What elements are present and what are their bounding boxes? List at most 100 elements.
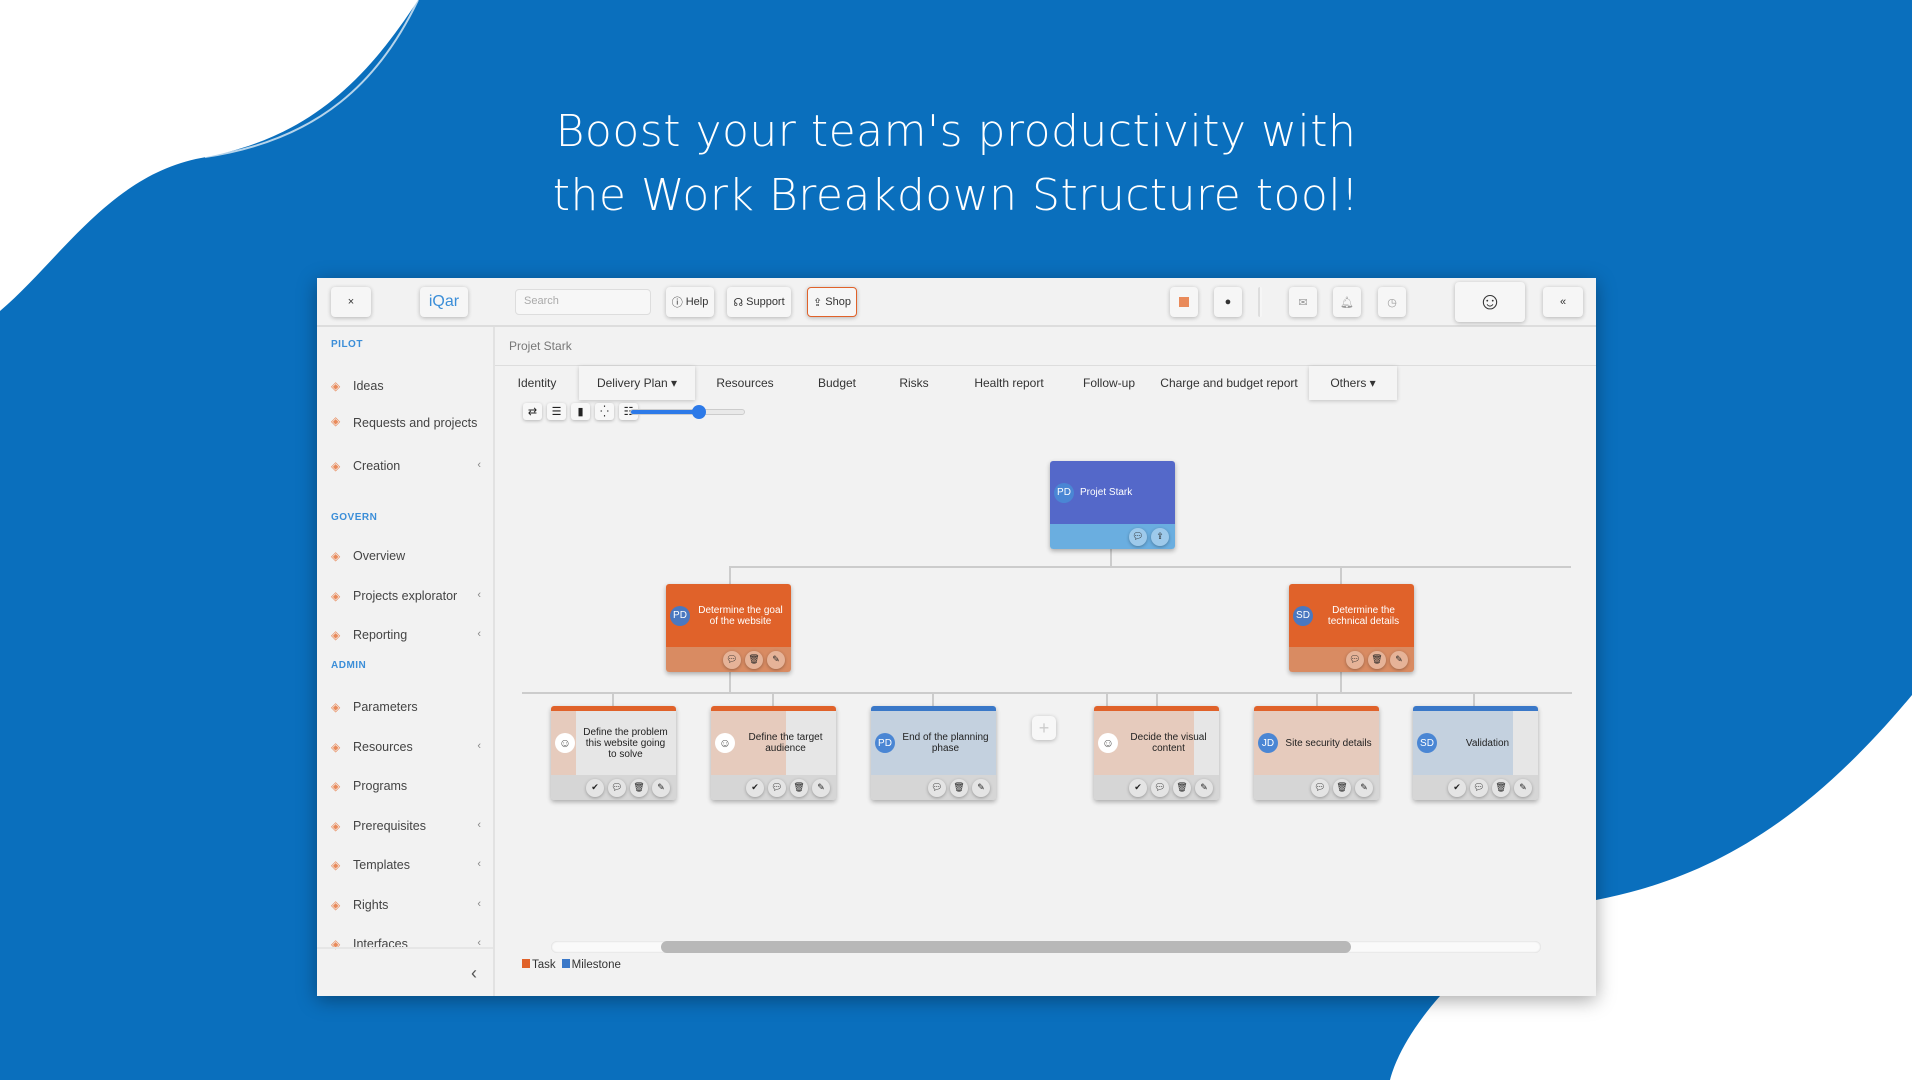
scrollbar-thumb[interactable] bbox=[661, 941, 1351, 953]
comment-icon[interactable]: 💬︎ bbox=[1129, 527, 1147, 546]
tab-identity[interactable]: Identity bbox=[495, 366, 579, 400]
horizontal-scrollbar[interactable] bbox=[551, 941, 1541, 953]
connector-line bbox=[1110, 549, 1112, 567]
checklist-icon: ◈ bbox=[331, 819, 341, 833]
edit-icon[interactable]: ✎ bbox=[1355, 778, 1373, 797]
wbs-task-card[interactable]: ☺ Define the target audience ✔ 💬︎ 🗑︎ ✎ bbox=[711, 706, 836, 800]
sidebar-item-programs[interactable]: ◈ Programs bbox=[331, 779, 481, 793]
wbs-task-card[interactable]: PD Determine the goal of the website 💬︎ 🗑︎ ✎ bbox=[666, 584, 791, 672]
sidebar-collapse-button[interactable]: ‹ bbox=[317, 947, 493, 996]
tab-others[interactable]: Others ▾ bbox=[1309, 366, 1397, 400]
pdf-icon[interactable]: ▮ bbox=[571, 403, 590, 420]
sidebar-item-rights[interactable]: ◈ Rights ‹ bbox=[331, 898, 481, 912]
comment-icon[interactable]: 💬︎ bbox=[1311, 778, 1329, 797]
tab-follow-up[interactable]: Follow-up bbox=[1069, 366, 1149, 400]
close-button[interactable]: × bbox=[331, 287, 371, 317]
avatar: JD bbox=[1258, 733, 1278, 753]
check-icon[interactable]: ✔ bbox=[746, 778, 764, 797]
sidebar-item-ideas[interactable]: ◈ Ideas bbox=[331, 379, 481, 393]
check-icon[interactable]: ✔ bbox=[1129, 778, 1147, 797]
help-button[interactable]: ⓘ Help bbox=[666, 287, 714, 317]
sidebar-item-overview[interactable]: ◈ Overview bbox=[331, 549, 481, 563]
align-icon[interactable]: ☰ bbox=[547, 403, 566, 420]
zoom-slider[interactable] bbox=[630, 405, 745, 419]
sidebar-item-label: Creation bbox=[353, 459, 401, 473]
check-icon[interactable]: ✔ bbox=[1448, 778, 1466, 797]
spinner-icon[interactable]: ⁛ bbox=[595, 403, 614, 420]
edit-icon[interactable]: ✎ bbox=[1390, 650, 1408, 669]
comment-icon[interactable]: 💬︎ bbox=[1346, 650, 1364, 669]
edit-icon[interactable]: ✎ bbox=[767, 650, 785, 669]
sidebar-item-parameters[interactable]: ◈ Parameters bbox=[331, 700, 481, 714]
help-label: Help bbox=[685, 296, 709, 308]
trash-icon[interactable]: 🗑︎ bbox=[1368, 650, 1386, 669]
edit-icon[interactable]: ✎ bbox=[652, 778, 670, 797]
card-title: Determine the technical details bbox=[1327, 604, 1400, 627]
mail-icon: ✉ bbox=[1298, 296, 1308, 309]
comment-icon[interactable]: 💬︎ bbox=[1151, 778, 1169, 797]
wbs-task-card[interactable]: SD Determine the technical details 💬︎ 🗑︎ ✎ bbox=[1289, 584, 1414, 672]
trash-icon[interactable]: 🗑︎ bbox=[630, 778, 648, 797]
comment-icon[interactable]: 💬︎ bbox=[768, 778, 786, 797]
sidebar-item-prerequisites[interactable]: ◈ Prerequisites ‹ bbox=[331, 819, 481, 833]
support-button[interactable]: ☊ Support bbox=[727, 287, 791, 317]
trash-icon[interactable]: 🗑︎ bbox=[1333, 778, 1351, 797]
tab-resources[interactable]: Resources bbox=[695, 366, 795, 400]
tab-bar: Identity Delivery Plan ▾ Resources Budget Ri… bbox=[495, 365, 1596, 400]
tab-budget[interactable]: Budget bbox=[795, 366, 879, 400]
sidebar-item-templates[interactable]: ◈ Templates ‹ bbox=[331, 858, 481, 872]
top-bar: × iQar Search ⓘ Help ☊ Support ⇪ Shop ● ✉ 🔔… bbox=[317, 278, 1596, 327]
edit-icon[interactable]: ✎ bbox=[812, 778, 830, 797]
search-input[interactable]: Search bbox=[515, 289, 651, 315]
trash-icon[interactable]: 🗑︎ bbox=[950, 778, 968, 797]
tab-delivery-plan[interactable]: Delivery Plan ▾ bbox=[579, 366, 695, 400]
trash-icon[interactable]: 🗑︎ bbox=[1173, 778, 1191, 797]
trash-icon[interactable]: 🗑︎ bbox=[790, 778, 808, 797]
swap-icon[interactable]: ⇄ bbox=[523, 403, 542, 420]
wbs-milestone-card[interactable]: PD End of the planning phase 💬︎ 🗑︎ ✎ bbox=[871, 706, 996, 800]
edit-icon[interactable]: ✎ bbox=[1195, 778, 1213, 797]
card-title: Decide the visual content bbox=[1130, 732, 1207, 754]
history-button[interactable]: ◷ bbox=[1378, 287, 1406, 317]
card-actions: 💬︎ 🗑︎ ✎ bbox=[1254, 775, 1379, 800]
comment-icon[interactable]: 💬︎ bbox=[608, 778, 626, 797]
comment-icon[interactable]: 💬︎ bbox=[723, 650, 741, 669]
comment-icon[interactable]: 💬︎ bbox=[928, 778, 946, 797]
card-title: Define the target audience bbox=[748, 732, 823, 754]
sidebar-item-creation[interactable]: ◈ Creation ‹ bbox=[331, 459, 481, 473]
card-title: End of the planning phase bbox=[902, 732, 989, 754]
flag-button[interactable] bbox=[1170, 287, 1198, 317]
sidebar-item-label: Requests and projects bbox=[353, 416, 478, 430]
tab-risks[interactable]: Risks bbox=[879, 366, 949, 400]
wbs-task-card[interactable]: JD Site security details 💬︎ 🗑︎ ✎ bbox=[1254, 706, 1379, 800]
wbs-task-card[interactable]: ☺ Define the problem this website going t… bbox=[551, 706, 676, 800]
headline-line-1: Boost your team's productivity with bbox=[555, 106, 1357, 157]
check-icon[interactable]: ✔ bbox=[586, 778, 604, 797]
avatar: SD bbox=[1293, 605, 1313, 626]
sidebar-item-resources[interactable]: ◈ Resources ‹ bbox=[331, 740, 481, 754]
wbs-root-card[interactable]: PD Projet Stark 💬︎ ⇪ bbox=[1050, 461, 1175, 549]
trash-icon[interactable]: 🗑︎ bbox=[745, 650, 763, 669]
upload-icon[interactable]: ⇪ bbox=[1151, 527, 1169, 546]
shop-button[interactable]: ⇪ Shop bbox=[807, 287, 857, 317]
collapse-button[interactable]: « bbox=[1543, 287, 1583, 317]
add-task-button[interactable]: + bbox=[1032, 716, 1056, 740]
user-avatar[interactable]: ☺ bbox=[1455, 282, 1525, 322]
mail-button[interactable]: ✉ bbox=[1289, 287, 1317, 317]
wbs-task-card[interactable]: ☺ Decide the visual content ✔ 💬︎ 🗑︎ ✎ bbox=[1094, 706, 1219, 800]
wbs-milestone-card[interactable]: SD Validation ✔ 💬︎ 🗑︎ ✎ bbox=[1413, 706, 1538, 800]
edit-icon[interactable]: ✎ bbox=[972, 778, 990, 797]
palette-button[interactable]: ● bbox=[1214, 287, 1242, 317]
tab-charge-and-budget-report[interactable]: Charge and budget report bbox=[1149, 366, 1309, 400]
comment-icon[interactable]: 💬︎ bbox=[1470, 778, 1488, 797]
notifications-button[interactable]: 🔔︎ bbox=[1333, 287, 1361, 317]
sidebar-item-projects-explorator[interactable]: ◈ Projects explorator ‹ bbox=[331, 589, 481, 603]
card-title: Projet Stark bbox=[1080, 487, 1133, 498]
logo[interactable]: iQar bbox=[420, 287, 468, 317]
sidebar-item-requests-and-projects[interactable]: ◈ Requests and projects bbox=[331, 414, 481, 432]
trash-icon[interactable]: 🗑︎ bbox=[1492, 778, 1510, 797]
tab-health-report[interactable]: Health report bbox=[949, 366, 1069, 400]
headset-icon: ☊ bbox=[733, 296, 744, 309]
sidebar-item-reporting[interactable]: ◈ Reporting ‹ bbox=[331, 628, 481, 642]
edit-icon[interactable]: ✎ bbox=[1514, 778, 1532, 797]
